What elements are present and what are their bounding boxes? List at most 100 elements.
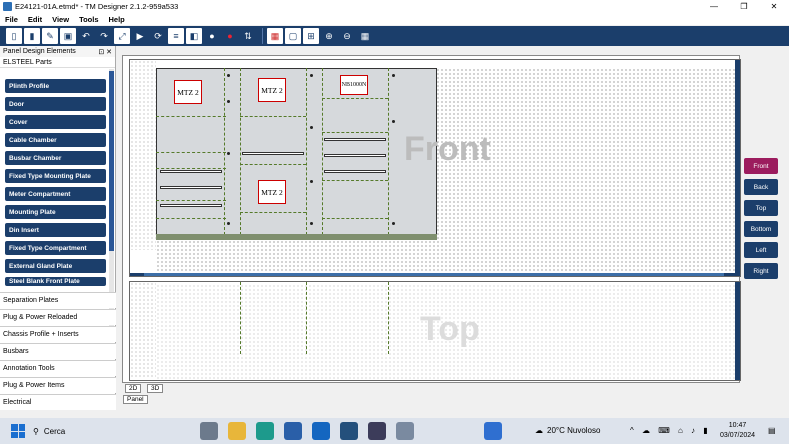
panel-icon[interactable]: ▢ — [285, 28, 301, 44]
grid-icon[interactable]: ⊞ — [303, 28, 319, 44]
part-cover[interactable]: Cover — [5, 115, 106, 129]
elsteel-parts-header[interactable]: ELSTEEL Parts — [0, 57, 115, 68]
front-horizontal-scrollbar[interactable] — [130, 273, 740, 276]
tab-3d[interactable]: 3D — [147, 384, 164, 393]
refresh-icon[interactable]: ⟳ — [150, 28, 166, 44]
windows-start-icon[interactable] — [11, 424, 25, 438]
fit-icon[interactable]: ▦ — [357, 28, 373, 44]
plinth[interactable] — [156, 234, 437, 240]
category-chassis-profile[interactable]: Chassis Profile + Inserts — [0, 326, 116, 342]
menu-view[interactable]: View — [47, 15, 74, 24]
close-button[interactable]: ✕ — [759, 0, 789, 13]
category-plug-power-items[interactable]: Plug & Power Items — [0, 377, 116, 393]
busbar[interactable] — [160, 186, 222, 189]
part-meter-compartment[interactable]: Meter Compartment — [5, 187, 106, 201]
busbar[interactable] — [160, 170, 222, 173]
tab-2d[interactable]: 2D — [125, 384, 142, 393]
color-icon[interactable]: ▦ — [267, 28, 283, 44]
busbar[interactable] — [324, 170, 386, 173]
category-plug-power-reloaded[interactable]: Plug & Power Reloaded — [0, 309, 116, 325]
section-divider — [388, 68, 389, 240]
breaker-mtz2[interactable]: MTZ 2 — [258, 78, 286, 102]
tab-panel[interactable]: Panel — [123, 395, 148, 404]
minimize-button[interactable]: — — [699, 0, 729, 13]
view-front-button[interactable]: Front — [744, 158, 778, 174]
busbar[interactable] — [324, 138, 386, 141]
layers-icon[interactable]: ◧ — [186, 28, 202, 44]
screw-dot — [227, 100, 230, 103]
clock[interactable]: 10:47 03/07/2024 — [720, 421, 755, 441]
top-viewport[interactable]: Top — [129, 281, 741, 381]
task-view-icon[interactable] — [200, 422, 218, 440]
busbar[interactable] — [160, 204, 222, 207]
front-vertical-scrollbar[interactable] — [735, 60, 740, 273]
front-hscroll-thumb[interactable] — [144, 273, 724, 276]
taskbar-search[interactable]: ⚲ Cerca — [33, 427, 65, 436]
busbar[interactable] — [324, 154, 386, 157]
breaker-mtz2[interactable]: MTZ 2 — [258, 180, 286, 204]
top-vertical-scrollbar[interactable] — [735, 282, 740, 380]
category-electrical[interactable]: Electrical — [0, 394, 116, 410]
category-annotation-tools[interactable]: Annotation Tools — [0, 360, 116, 376]
redo-icon[interactable]: ↷ — [96, 28, 112, 44]
design-canvas[interactable]: MTZ 2 MTZ 2 NB1000N MTZ 2 Front Top — [122, 55, 741, 383]
part-fixed-type-compartment[interactable]: Fixed Type Compartment — [5, 241, 106, 255]
view-back-button[interactable]: Back — [744, 179, 778, 195]
mail-icon[interactable] — [340, 422, 358, 440]
bulb-icon[interactable]: ● — [204, 28, 220, 44]
store-icon[interactable] — [284, 422, 302, 440]
menu-file[interactable]: File — [0, 15, 23, 24]
category-busbars[interactable]: Busbars — [0, 343, 116, 359]
scrollbar-thumb[interactable] — [109, 71, 114, 251]
menu-help[interactable]: Help — [104, 15, 130, 24]
view-top-button[interactable]: Top — [744, 200, 778, 216]
maximize-button[interactable]: ❐ — [729, 0, 759, 13]
category-separation-plates[interactable]: Separation Plates — [0, 292, 116, 308]
file-explorer-icon[interactable] — [228, 422, 246, 440]
zoom-in-icon[interactable]: ⊕ — [321, 28, 337, 44]
menu-bar: File Edit View Tools Help — [0, 13, 789, 25]
new-icon[interactable]: ▯ — [6, 28, 22, 44]
tray-icons[interactable]: ^ ☁ ⌨ ⌂ ♪ ▮ — [630, 426, 711, 435]
alert-icon[interactable]: ● — [222, 28, 238, 44]
edge-icon[interactable] — [256, 422, 274, 440]
panel-design-elements: Panel Design Elements ⊡ ✕ ELSTEEL Parts … — [0, 46, 116, 410]
app-icon — [3, 2, 12, 11]
list-icon[interactable]: ≡ — [168, 28, 184, 44]
part-mounting-plate[interactable]: Mounting Plate — [5, 205, 106, 219]
view-bottom-button[interactable]: Bottom — [744, 221, 778, 237]
view-right-button[interactable]: Right — [744, 263, 778, 279]
save-icon[interactable]: ▣ — [60, 28, 76, 44]
outlook-icon[interactable] — [312, 422, 330, 440]
weather-widget[interactable]: ☁ 20°C Nuvoloso — [535, 426, 600, 435]
part-busbar-chamber[interactable]: Busbar Chamber — [5, 151, 106, 165]
breaker-mtz2[interactable]: MTZ 2 — [174, 80, 202, 104]
run-icon[interactable]: ▶ — [132, 28, 148, 44]
open-icon[interactable]: ▮ — [24, 28, 40, 44]
screw-dot — [392, 74, 395, 77]
tm-designer-icon[interactable] — [396, 422, 414, 440]
system-tray[interactable]: ^ ☁ ⌨ ⌂ ♪ ▮ — [630, 426, 711, 435]
pen-icon[interactable]: ✎ — [42, 28, 58, 44]
part-steel-blank-front-plate[interactable]: Steel Blank Front Plate — [5, 277, 106, 286]
breaker-nb1000n[interactable]: NB1000N — [340, 75, 368, 95]
export-icon[interactable]: ⤢ — [114, 28, 130, 44]
menu-edit[interactable]: Edit — [23, 15, 47, 24]
sort-icon[interactable]: ⇅ — [240, 28, 256, 44]
part-door[interactable]: Door — [5, 97, 106, 111]
part-din-insert[interactable]: Din Insert — [5, 223, 106, 237]
pin-icon[interactable]: ⊡ ✕ — [98, 48, 112, 56]
busbar[interactable] — [242, 152, 304, 155]
part-external-gland-plate[interactable]: External Gland Plate — [5, 259, 106, 273]
part-cable-chamber[interactable]: Cable Chamber — [5, 133, 106, 147]
help-icon[interactable] — [484, 422, 502, 440]
app-icon-1[interactable] — [368, 422, 386, 440]
notification-icon[interactable]: ▤ — [768, 426, 776, 435]
undo-icon[interactable]: ↶ — [78, 28, 94, 44]
front-viewport[interactable]: MTZ 2 MTZ 2 NB1000N MTZ 2 Front — [129, 59, 741, 277]
zoom-out-icon[interactable]: ⊖ — [339, 28, 355, 44]
part-fixed-type-mounting-plate[interactable]: Fixed Type Mounting Plate — [5, 169, 106, 183]
menu-tools[interactable]: Tools — [74, 15, 103, 24]
view-left-button[interactable]: Left — [744, 242, 778, 258]
part-plinth-profile[interactable]: Plinth Profile — [5, 79, 106, 93]
